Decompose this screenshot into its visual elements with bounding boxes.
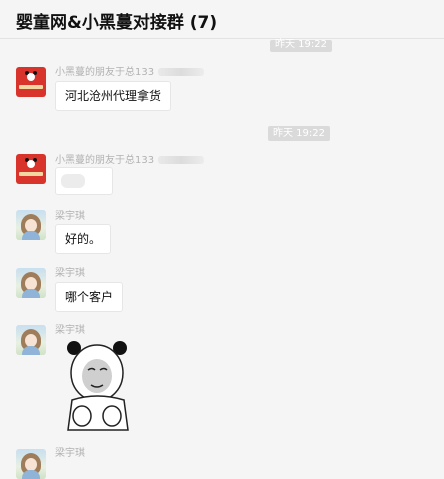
user-photo-avatar-icon[interactable]: [16, 210, 46, 240]
sender-name: 梁宇琪: [55, 325, 85, 336]
chat-header: 婴童网&小黑蔓对接群 (7): [0, 0, 444, 39]
message-text: 河北沧州代理拿货: [65, 89, 162, 103]
message-text: 好的。: [65, 232, 102, 246]
sender-name: 梁宇琪: [55, 211, 85, 222]
blurred-image: [61, 174, 85, 188]
panda-meme-sticker-icon[interactable]: [64, 338, 132, 434]
group-chat-title: 婴童网&小黑蔓对接群 (7): [16, 13, 218, 33]
brand-logo-avatar-icon[interactable]: [16, 67, 46, 97]
message-bubble[interactable]: 哪个客户: [55, 282, 124, 312]
blurred-text: [158, 68, 205, 76]
user-photo-avatar-icon[interactable]: [16, 449, 46, 479]
sender-name: 梁宇琪: [55, 448, 85, 459]
message-bubble[interactable]: 河北沧州代理拿货: [55, 81, 172, 111]
image-message-bubble[interactable]: [55, 167, 113, 195]
brand-logo-avatar-icon[interactable]: [16, 154, 46, 184]
timestamp-divider: 昨天 19:22: [268, 126, 330, 141]
timestamp-divider: 昨天 19:22: [270, 40, 332, 52]
sender-name: 小黑蔓的朋友于总133: [55, 151, 205, 166]
blurred-text: [158, 156, 205, 164]
user-photo-avatar-icon[interactable]: [16, 325, 46, 355]
sender-name: 小黑蔓的朋友于总133: [55, 63, 205, 78]
user-photo-avatar-icon[interactable]: [16, 268, 46, 298]
sender-name: 梁宇琪: [55, 268, 85, 279]
message-bubble[interactable]: 好的。: [55, 224, 112, 254]
message-text: 哪个客户: [65, 290, 114, 304]
